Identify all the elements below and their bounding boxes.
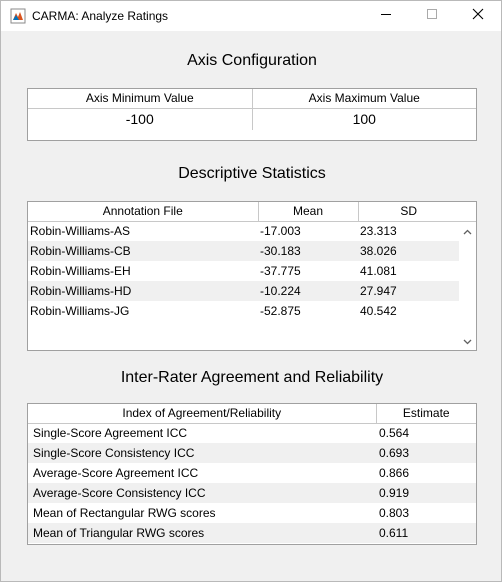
maximize-icon [426,7,438,25]
header-filler [457,202,476,222]
mean-cell: -37.775 [260,264,301,278]
scroll-up-button[interactable] [459,224,476,238]
mean-header: Mean [258,202,359,222]
descriptive-stats-table: Annotation File Mean SD Robin-Williams-A… [27,201,477,351]
table-row[interactable]: Robin-Williams-JG -52.875 40.542 [28,301,459,321]
matlab-figure-icon [10,8,26,24]
table-row[interactable]: Average-Score Agreement ICC 0.866 [28,463,476,483]
table-row[interactable]: Mean of Rectangular RWG scores 0.803 [28,503,476,523]
sd-header: SD [358,202,459,222]
minimize-button[interactable] [363,1,409,31]
index-header: Index of Agreement/Reliability [28,404,377,424]
table-row[interactable]: Single-Score Agreement ICC 0.564 [28,423,476,443]
table-row[interactable]: Robin-Williams-AS -17.003 23.313 [28,221,459,241]
chevron-up-icon [463,222,472,240]
axis-max-cell[interactable]: 100 [252,108,476,130]
reliability-table: Index of Agreement/Reliability Estimate … [27,403,477,545]
table-row[interactable]: Robin-Williams-EH -37.775 41.081 [28,261,459,281]
mean-cell: -10.224 [258,281,358,301]
window-title: CARMA: Analyze Ratings [32,9,169,23]
close-icon [472,7,484,25]
axis-config-table: Axis Minimum Value Axis Maximum Value -1… [27,88,477,141]
table-row[interactable]: Mean of Triangular RWG scores 0.611 [28,523,476,543]
table-row[interactable]: Robin-Williams-HD -10.224 27.947 [28,281,459,301]
index-cell: Average-Score Consistency ICC [28,483,376,503]
estimate-header: Estimate [376,404,476,424]
sd-cell: 27.947 [358,281,459,301]
axis-min-header: Axis Minimum Value [28,89,253,109]
estimate-cell: 0.866 [379,466,410,480]
table-row[interactable]: Single-Score Consistency ICC 0.693 [28,443,476,463]
scroll-down-button[interactable] [459,334,476,348]
estimate-cell: 0.564 [379,426,410,441]
file-cell: Robin-Williams-EH [30,264,131,278]
file-cell: Robin-Williams-JG [30,304,130,318]
sd-cell: 41.081 [360,264,397,278]
vertical-scrollbar[interactable] [459,222,476,350]
sd-cell: 38.026 [358,241,459,261]
axis-max-header: Axis Maximum Value [252,89,476,109]
table-header-row: Index of Agreement/Reliability Estimate [28,404,476,424]
reliability-title: Inter-Rater Agreement and Reliability [120,369,384,386]
app-window: CARMA: Analyze Ratings Axis Configuratio… [0,0,502,582]
estimate-cell: 0.693 [376,443,476,463]
annotation-file-header: Annotation File [28,202,259,222]
axis-config-title: Axis Configuration [187,52,317,69]
descriptive-stats-title: Descriptive Statistics [178,165,326,182]
chevron-down-icon [463,332,472,350]
estimate-cell: 0.919 [376,483,476,503]
mean-cell: -52.875 [260,304,301,318]
maximize-button[interactable] [409,1,455,31]
mean-cell: -17.003 [260,224,301,239]
file-cell: Robin-Williams-CB [28,241,258,261]
estimate-cell: 0.803 [379,506,410,520]
minimize-icon [380,7,392,25]
table-row[interactable]: Average-Score Consistency ICC 0.919 [28,483,476,503]
file-cell: Robin-Williams-AS [30,224,131,239]
axis-min-cell[interactable]: -100 [28,108,253,130]
table-header-row: Axis Minimum Value Axis Maximum Value [28,89,476,109]
mean-cell: -30.183 [258,241,358,261]
index-cell: Single-Score Agreement ICC [33,426,188,441]
index-cell: Mean of Rectangular RWG scores [33,506,216,520]
index-cell: Single-Score Consistency ICC [28,443,376,463]
table-row[interactable]: Robin-Williams-CB -30.183 38.026 [28,241,459,261]
table-header-row: Annotation File Mean SD [28,202,459,222]
table-row: -100 100 [28,108,476,130]
index-cell: Average-Score Agreement ICC [33,466,199,480]
sd-cell: 23.313 [360,224,397,239]
title-bar: CARMA: Analyze Ratings [1,1,501,31]
estimate-cell: 0.611 [376,523,476,543]
index-cell: Mean of Triangular RWG scores [28,523,376,543]
file-cell: Robin-Williams-HD [28,281,258,301]
close-button[interactable] [455,1,501,31]
sd-cell: 40.542 [360,304,397,318]
